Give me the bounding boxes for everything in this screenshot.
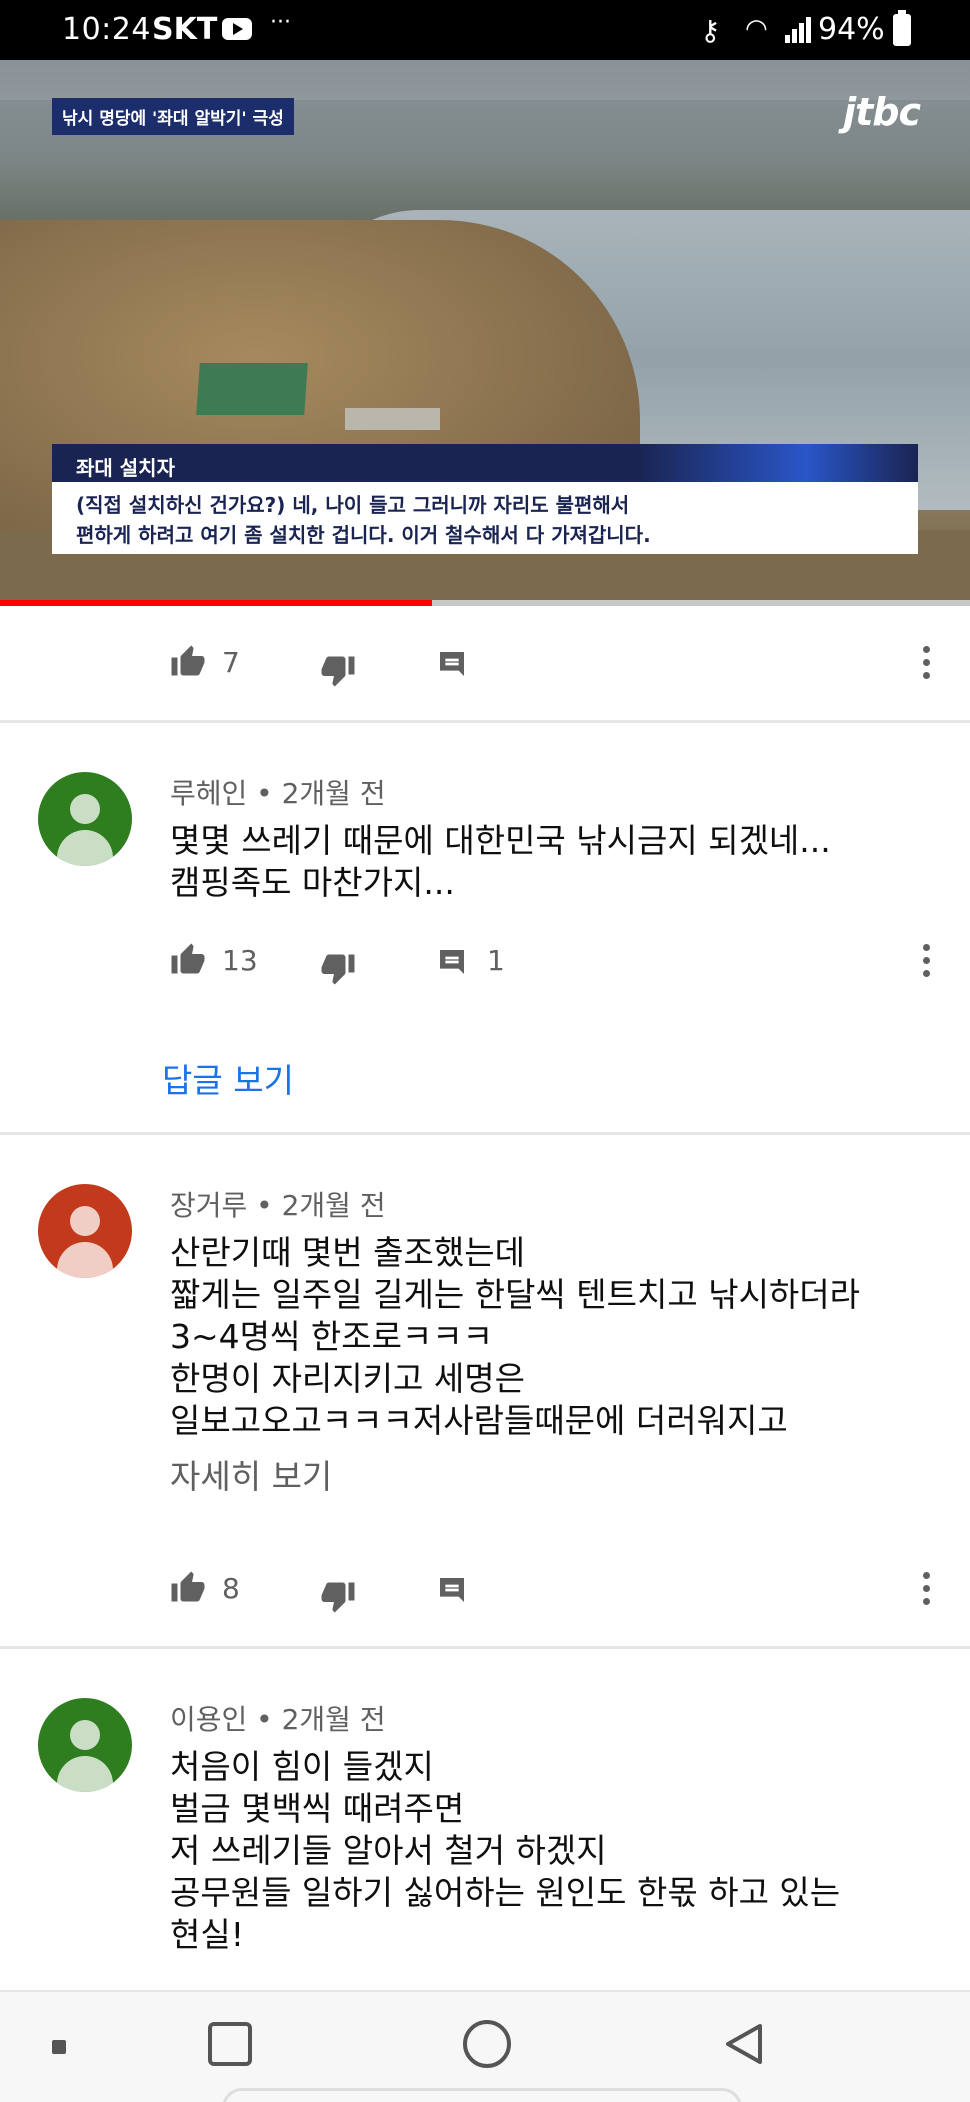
signal-strength-icon: [785, 17, 813, 43]
thumb-up-icon[interactable]: [170, 644, 206, 680]
read-more-link[interactable]: 자세히 보기: [170, 1450, 332, 1498]
comment-body: 몇몇 쓰레기 때문에 대한민국 낚시금지 되겠네... 캠핑족도 마찬가지...: [170, 821, 831, 902]
comment-time: 2개월 전: [281, 777, 386, 810]
divider: [0, 1646, 970, 1649]
status-carrier: SKT: [152, 12, 218, 47]
gesture-pill: [222, 2088, 742, 2102]
comment-time: 2개월 전: [281, 1703, 386, 1736]
news-headline-tag: 낚시 명당에 '좌대 알박기' 극성: [52, 98, 294, 135]
thumb-up-icon[interactable]: [170, 942, 206, 978]
comment-author[interactable]: 루헤인: [170, 777, 247, 810]
comment-body: 처음이 힘이 들겠지 벌금 몇백씩 때려주면 저 쓰레기들 알아서 철거 하겠지…: [170, 1747, 841, 1954]
video-player[interactable]: 낚시 명당에 '좌대 알박기' 극성 jtbc 좌대 설치자 (직접 설치하신 …: [0, 60, 970, 605]
more-vert-icon[interactable]: [916, 644, 936, 684]
battery-percent: 94%: [818, 12, 885, 47]
broadcaster-logo: jtbc: [843, 90, 921, 134]
nav-hide-icon[interactable]: [52, 2040, 66, 2054]
comment-action-row: 13 1: [0, 930, 970, 990]
video-scene-platform: [196, 363, 308, 415]
avatar[interactable]: [38, 1698, 132, 1792]
comment-icon[interactable]: [436, 648, 468, 680]
comment-body: 산란기때 몇번 출조했는데 짧게는 일주일 길게는 한달씩 텐트치고 낚시하더라…: [170, 1233, 861, 1440]
caption-line-1: (직접 설치하신 건가요?) 네, 나이 들고 그러니까 자리도 불편해서: [76, 493, 630, 517]
vpn-key-icon: ⚷: [700, 14, 721, 47]
reply-count: 1: [487, 944, 505, 977]
home-icon[interactable]: [463, 2020, 511, 2068]
divider: [0, 1132, 970, 1135]
comment-author[interactable]: 장거루: [170, 1189, 247, 1222]
video-progress-bar[interactable]: [0, 600, 970, 606]
youtube-notification-icon: [222, 18, 252, 40]
comment-meta: 이용인 • 2개월 전: [170, 1703, 386, 1736]
comment-author[interactable]: 이용인: [170, 1703, 247, 1736]
back-icon[interactable]: [720, 2020, 768, 2068]
status-time: 10:24: [62, 12, 151, 47]
thumb-up-icon[interactable]: [170, 1570, 206, 1606]
more-vert-icon[interactable]: [916, 942, 936, 982]
avatar[interactable]: [38, 1184, 132, 1278]
comment-action-row: 8: [0, 1558, 970, 1618]
status-bar: 10:24 SKT ··· ⚷ ◠ 94%: [0, 0, 970, 60]
caption-speaker-label: 좌대 설치자: [52, 444, 918, 482]
caption-line-2: 편하게 하려고 여기 좀 설치한 겁니다. 이거 철수해서 다 가져갑니다.: [76, 523, 651, 547]
comment-time: 2개월 전: [281, 1189, 386, 1222]
video-scene-board: [345, 408, 440, 430]
video-progress-fill: [0, 600, 432, 606]
avatar[interactable]: [38, 772, 132, 866]
thumb-down-icon[interactable]: [320, 1578, 356, 1614]
battery-icon: [893, 10, 911, 46]
comment-icon[interactable]: [436, 1574, 468, 1606]
thumb-down-icon[interactable]: [320, 652, 356, 688]
comment-meta: 장거루 • 2개월 전: [170, 1189, 386, 1222]
thumb-down-icon[interactable]: [320, 950, 356, 986]
caption-text: (직접 설치하신 건가요?) 네, 나이 들고 그러니까 자리도 불편해서 편하…: [52, 482, 918, 554]
more-vert-icon[interactable]: [916, 1570, 936, 1610]
video-action-row: 7: [0, 632, 970, 692]
comment-meta: 루헤인 • 2개월 전: [170, 777, 386, 810]
recent-apps-icon[interactable]: [208, 2022, 252, 2066]
wifi-icon: ◠: [745, 14, 768, 44]
more-notifications-indicator: ···: [270, 10, 291, 35]
like-count: 13: [222, 944, 258, 977]
android-navigation-bar: [0, 1990, 970, 2102]
view-replies-link[interactable]: 답글 보기: [162, 1054, 294, 1102]
like-count: 8: [222, 1572, 240, 1605]
divider: [0, 720, 970, 723]
like-count: 7: [222, 646, 240, 679]
comment-icon[interactable]: [436, 946, 468, 978]
